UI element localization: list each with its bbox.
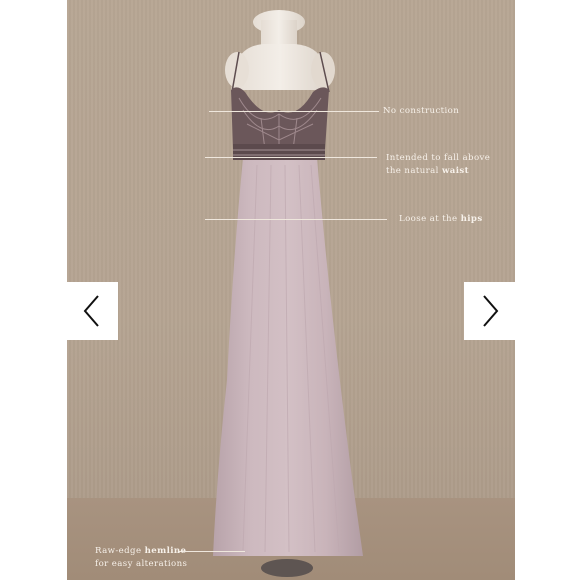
annotation-line-4 — [179, 551, 245, 552]
annotation-hips: Loose at the hips — [399, 214, 483, 224]
annotation-line-1 — [209, 111, 379, 112]
carousel-prev-button[interactable] — [66, 282, 118, 340]
annotation-hemline: Raw-edge hemline for easy alterations — [95, 546, 188, 569]
dress-on-mannequin — [213, 10, 363, 577]
annotation-no-construction: No construction — [383, 106, 460, 116]
dress-bodice — [231, 87, 329, 150]
product-photo — [67, 0, 515, 580]
shoe — [261, 559, 313, 577]
carousel-next-button[interactable] — [464, 282, 516, 340]
annotation-line-2 — [205, 157, 377, 158]
chevron-left-icon — [83, 295, 99, 327]
annotation-waist: Intended to fall above the natural waist — [386, 153, 491, 176]
chevron-right-icon — [483, 295, 499, 327]
annotation-line-3 — [205, 219, 387, 220]
mannequin — [225, 10, 335, 90]
